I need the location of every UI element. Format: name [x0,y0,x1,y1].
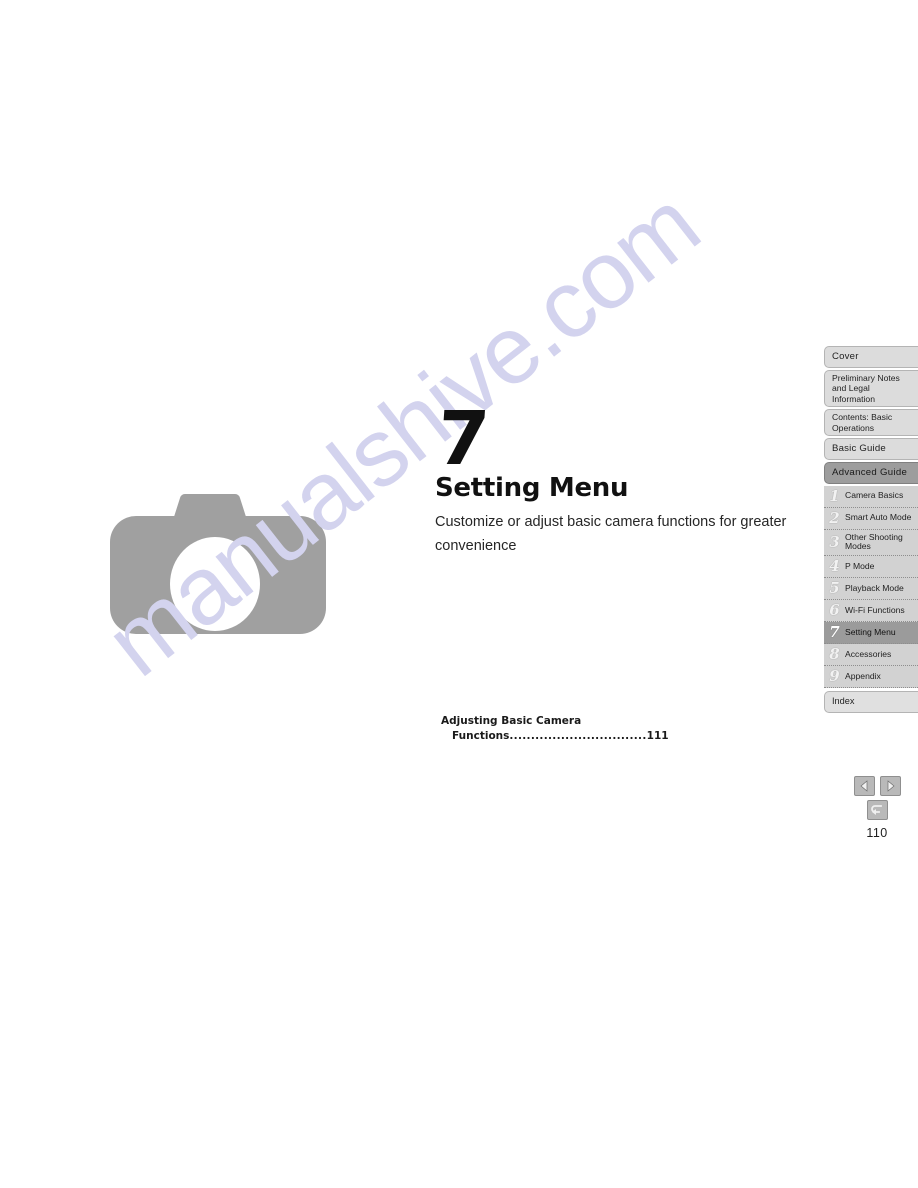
chapter-4-label: P Mode [845,560,875,571]
sidebar-chapter-1[interactable]: 1 Camera Basics [824,485,918,508]
toc-leader-dots: ................................ [509,729,647,742]
chapter-heading-block: 7 Setting Menu Customize or adjust basic… [434,396,835,558]
next-page-button[interactable] [879,776,901,796]
chapter-contents-list: Adjusting Basic Camera Functions........… [441,714,671,744]
nav-back-row [846,800,908,820]
chevron-right-icon [887,780,895,792]
return-arrow-icon [871,805,882,815]
sidebar-tab-preliminary-notes-label: Preliminary Notes and Legal Information [832,372,900,404]
back-button[interactable] [866,800,888,820]
chapter-2-number: 2 [829,508,840,527]
sidebar-tab-index-label: Index [832,696,855,707]
previous-page-button[interactable] [853,776,875,796]
sidebar-chapter-9[interactable]: 9 Appendix [824,666,918,689]
chapter-title: Setting Menu [435,473,629,504]
toc-entry-line-1[interactable]: Adjusting Basic Camera [441,714,671,729]
chapter-7-number: 7 [829,623,840,642]
chapter-2-label: Smart Auto Mode [845,512,912,523]
camera-icon [110,493,326,634]
sidebar-tab-preliminary-notes[interactable]: Preliminary Notes and Legal Information [824,369,918,408]
page-navigation: 110 [846,776,908,840]
chapter-number: 7 [434,396,490,482]
sidebar-tab-contents[interactable]: Contents: Basic Operations [824,409,918,437]
sidebar-chapter-7[interactable]: 7 Setting Menu [824,622,918,645]
chapter-description: Customize or adjust basic camera functio… [435,514,787,554]
sidebar-tab-basic-guide-label: Basic Guide [832,443,886,455]
sidebar-chapter-3[interactable]: 3 Other Shooting Modes [824,529,918,557]
page-number: 110 [866,826,888,840]
chapter-1-number: 1 [829,486,840,505]
sidebar-tab-advanced-guide[interactable]: Advanced Guide [824,461,918,484]
chapter-6-number: 6 [829,601,840,620]
sidebar-tab-basic-guide[interactable]: Basic Guide [824,438,918,460]
sidebar-tab-index[interactable]: Index [824,691,918,713]
toc-entry-line-2[interactable]: Functions...............................… [441,729,671,744]
chevron-left-icon [859,780,867,792]
sidebar-chapter-8[interactable]: 8 Accessories [824,644,918,667]
toc-entry-label: Functions [452,729,510,742]
chapter-8-number: 8 [829,645,840,664]
chapter-8-label: Accessories [845,648,892,659]
sidebar-chapter-2[interactable]: 2 Smart Auto Mode [824,507,918,530]
sidebar-chapter-4[interactable]: 4 P Mode [824,556,918,579]
chapter-7-label: Setting Menu [845,626,896,637]
nav-arrow-row [846,776,908,796]
sidebar-tab-advanced-guide-label: Advanced Guide [832,466,908,478]
chapter-5-label: Playback Mode [845,582,904,593]
chapter-9-number: 9 [829,667,840,686]
sidebar-tab-contents-label: Contents: Basic Operations [832,412,893,433]
chapter-9-label: Appendix [845,670,881,681]
chapter-3-number: 3 [829,532,840,551]
chapter-6-label: Wi-Fi Functions [845,604,905,615]
sidebar-chapter-5[interactable]: 5 Playback Mode [824,578,918,601]
camera-illustration [110,492,326,634]
chapter-4-number: 4 [829,557,840,576]
sidebar-chapter-6[interactable]: 6 Wi-Fi Functions [824,600,918,623]
chapter-5-number: 5 [829,579,840,598]
manual-page: manualshive.com 7 Setting Menu Customize… [0,0,918,1188]
sidebar-tab-cover[interactable]: Cover [824,346,918,368]
chapter-3-label: Other Shooting Modes [845,531,903,552]
sidebar-tab-cover-label: Cover [832,351,859,362]
chapter-1-label: Camera Basics [845,490,904,501]
toc-entry-page: 111 [646,729,669,742]
chapter-sidebar: Cover Preliminary Notes and Legal Inform… [824,346,918,715]
